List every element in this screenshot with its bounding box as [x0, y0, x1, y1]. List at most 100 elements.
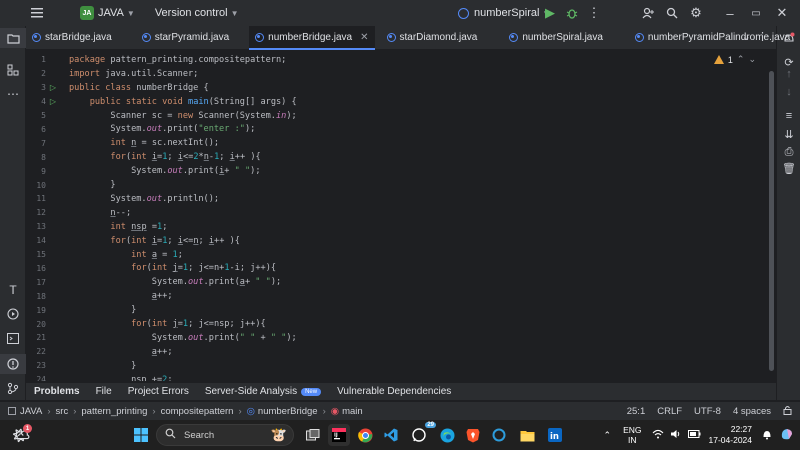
code-line[interactable]: 23 }	[26, 359, 766, 373]
terminal-icon[interactable]	[0, 328, 26, 348]
code-line[interactable]: 4 ▷ public static void main(String[] args…	[26, 95, 766, 109]
settings-gear-icon[interactable]: ⚙	[686, 0, 706, 26]
task-view-icon[interactable]	[302, 424, 324, 446]
code-line[interactable]: 18 a++;	[26, 289, 766, 303]
tab-problems[interactable]: Problems	[26, 383, 88, 401]
code-line[interactable]: 24 nsp +=2;	[26, 373, 766, 381]
breadcrumb-item[interactable]: pattern_printing	[81, 406, 147, 417]
code-line[interactable]: 20 for(int j=1; j<=nsp; j++){	[26, 317, 766, 331]
intellij-idea-icon[interactable]: IJ	[328, 424, 350, 446]
vcs-widget[interactable]: Version control	[155, 7, 228, 19]
project-badge[interactable]: JA	[80, 6, 94, 20]
more-actions-icon[interactable]: ⋮	[584, 0, 604, 26]
prev-highlight-icon[interactable]: ⌃	[737, 54, 745, 65]
run-gutter-icon[interactable]: ▷	[46, 97, 60, 106]
code-line[interactable]: 22 a++;	[26, 345, 766, 359]
code-line[interactable]: 3 ▷ public class numberBridge {	[26, 81, 766, 95]
code-line[interactable]: 8 for(int i=1; i<=2*n-1; i++ ){	[26, 150, 766, 164]
edge-icon[interactable]	[436, 424, 458, 446]
caret-position[interactable]: 25:1	[621, 406, 652, 417]
vscode-icon[interactable]	[380, 424, 402, 446]
tab-starbridge[interactable]: starBridge.java	[26, 26, 118, 50]
breadcrumb-item[interactable]: numberBridge	[258, 406, 318, 417]
scroll-down-icon[interactable]: ↓	[777, 82, 800, 102]
chevron-down-icon[interactable]: ▼	[231, 9, 239, 18]
git-icon[interactable]	[0, 378, 26, 398]
code-line[interactable]: 12 n--;	[26, 206, 766, 220]
battery-icon[interactable]	[687, 430, 701, 440]
whatsapp-icon[interactable]: 29	[408, 422, 436, 446]
run-window-icon[interactable]	[0, 304, 26, 324]
taskbar-search[interactable]: Search 🐮	[156, 424, 294, 446]
chevron-up-icon[interactable]: ⌃	[604, 430, 612, 441]
add-user-icon[interactable]	[638, 0, 658, 26]
file-explorer-icon[interactable]	[516, 424, 538, 446]
structure-icon[interactable]	[0, 60, 26, 80]
code-line[interactable]: 19 }	[26, 303, 766, 317]
tab-numberpyramidpalindrome[interactable]: numberPyramidPalindrome.java	[629, 26, 796, 50]
tab-stardiamond[interactable]: starDiamond.java	[381, 26, 484, 50]
run-icon[interactable]: ▶	[540, 0, 560, 26]
tab-file[interactable]: File	[88, 383, 120, 401]
main-menu-icon[interactable]	[24, 0, 50, 26]
tab-numberspiral[interactable]: numberSpiral.java	[503, 26, 609, 50]
code-line[interactable]: 6 System.out.print("enter :");	[26, 123, 766, 137]
lock-icon[interactable]	[777, 405, 800, 418]
notification-bell-icon[interactable]	[762, 429, 772, 442]
code-line[interactable]: 9 System.out.print(i+ " ");	[26, 164, 766, 178]
start-icon[interactable]	[130, 424, 152, 446]
trash-icon[interactable]: 🗑	[777, 158, 800, 178]
copilot-icon[interactable]	[780, 427, 794, 443]
code-line[interactable]: 14 for(int i=1; i<=n; i++ ){	[26, 234, 766, 248]
wifi-icon[interactable]	[652, 429, 664, 441]
tab-vulnerable-dependencies[interactable]: Vulnerable Dependencies	[329, 383, 459, 401]
code-line[interactable]: 10 }	[26, 178, 766, 192]
breadcrumb-item[interactable]: JAVA	[20, 406, 42, 417]
chrome-icon[interactable]	[354, 424, 376, 446]
minimize-icon[interactable]: –	[720, 0, 740, 26]
text-tool-icon[interactable]: T	[0, 280, 26, 300]
linkedin-icon[interactable]: in	[544, 424, 566, 446]
maximize-icon[interactable]: ▭	[746, 0, 766, 26]
indent-setting[interactable]: 4 spaces	[727, 406, 777, 417]
inspection-widget[interactable]: 1 ⌃ ⌄	[713, 54, 756, 65]
breadcrumb-item[interactable]: src	[56, 406, 69, 417]
code-editor[interactable]: 1 package pattern_printing.compositepatte…	[26, 51, 776, 381]
breadcrumb-item[interactable]: main	[342, 406, 363, 417]
problems-icon[interactable]	[0, 354, 26, 374]
run-gutter-icon[interactable]: ▷	[46, 83, 60, 92]
volume-icon[interactable]	[670, 429, 682, 441]
tab-starpyramid[interactable]: starPyramid.java	[136, 26, 235, 50]
code-line[interactable]: 13 int nsp =1;	[26, 220, 766, 234]
brave-icon[interactable]	[462, 424, 484, 446]
code-line[interactable]: 2 import java.util.Scanner;	[26, 67, 766, 81]
run-config-selector[interactable]: numberSpiral ▼	[458, 0, 550, 26]
project-folder-icon[interactable]	[0, 28, 26, 48]
code-line[interactable]: 16 for(int j=1; j<=n+1-i; j++){	[26, 262, 766, 276]
code-line[interactable]: 15 int a = 1;	[26, 248, 766, 262]
close-tab-icon[interactable]: ✕	[360, 32, 368, 43]
tab-server-side-analysis[interactable]: Server-Side Analysis New	[197, 383, 329, 401]
search-icon[interactable]	[662, 0, 682, 26]
code-line[interactable]: 11 System.out.println();	[26, 192, 766, 206]
project-name[interactable]: JAVA	[98, 7, 124, 19]
line-separator[interactable]: CRLF	[651, 406, 688, 417]
scroll-to-end-icon[interactable]: ⇊	[777, 124, 800, 144]
tab-numberbridge[interactable]: numberBridge.java ✕	[249, 25, 375, 50]
next-highlight-icon[interactable]: ⌄	[748, 54, 756, 65]
tab-project-errors[interactable]: Project Errors	[120, 383, 197, 401]
code-line[interactable]: 21 System.out.print(" " + " ");	[26, 331, 766, 345]
scroll-up-icon[interactable]: ↑	[777, 64, 800, 84]
chevron-down-icon[interactable]: ▼	[127, 9, 135, 18]
weather-widget-icon[interactable]: 🌤 1	[10, 424, 32, 446]
file-encoding[interactable]: UTF-8	[688, 406, 727, 417]
clock[interactable]: 22:27 17-04-2024	[709, 424, 752, 446]
code-line[interactable]: 1 package pattern_printing.compositepatte…	[26, 53, 766, 67]
breadcrumb-item[interactable]: compositepattern	[161, 406, 234, 417]
cortana-icon[interactable]	[488, 424, 510, 446]
code-line[interactable]: 7 int n = sc.nextInt();	[26, 136, 766, 150]
more-tools-icon[interactable]: ⋯	[0, 84, 26, 104]
soft-wrap-icon[interactable]: ≡	[777, 106, 800, 126]
code-line[interactable]: 17 System.out.print(a+ " ");	[26, 275, 766, 289]
language-indicator[interactable]: ENG IN	[623, 425, 641, 445]
